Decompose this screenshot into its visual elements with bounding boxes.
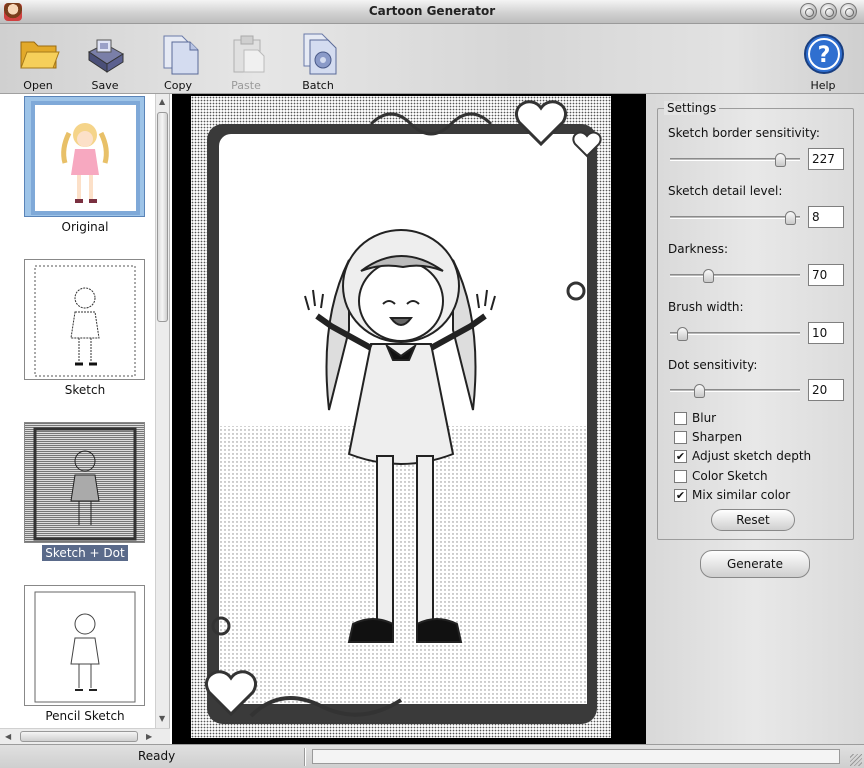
help-icon: ?: [804, 34, 844, 74]
generate-button[interactable]: Generate: [700, 550, 810, 578]
preview-image: [191, 96, 611, 738]
status-divider: [304, 748, 306, 766]
slider-thumb[interactable]: [677, 327, 688, 341]
sketch-border-sensitivity-input[interactable]: 227: [808, 148, 844, 170]
darkness-label: Darkness:: [668, 242, 729, 256]
checkbox-box[interactable]: ✔: [674, 450, 687, 463]
color-sketch-label: Color Sketch: [692, 469, 768, 483]
floppy-disk-icon: [88, 39, 124, 73]
toolbar: Open Save Copy Paste Batch ? Help: [0, 24, 864, 94]
checkbox-box[interactable]: [674, 431, 687, 444]
copy-icon: [163, 35, 199, 75]
status-text: Ready: [138, 749, 176, 763]
batch-label: Batch: [302, 79, 334, 92]
thumbnail-vertical-scrollbar[interactable]: ▲ ▼: [155, 94, 169, 728]
maximize-button[interactable]: [820, 3, 837, 20]
settings-group: Settings Sketch border sensitivity: 227 …: [657, 101, 854, 540]
sketch-border-sensitivity-slider[interactable]: [670, 153, 800, 167]
brush-width-slider[interactable]: [670, 327, 800, 341]
thumbnail-horizontal-scrollbar[interactable]: ◀ ▶: [0, 728, 170, 744]
blur-label: Blur: [692, 411, 717, 425]
window-title: Cartoon Generator: [368, 4, 496, 18]
sketch-detail-level-slider[interactable]: [670, 211, 800, 225]
thumbnail-sketch-image: [34, 265, 136, 377]
sharpen-label: Sharpen: [692, 430, 743, 444]
dot-sensitivity-slider[interactable]: [670, 384, 800, 398]
thumbnail-sketch[interactable]: [24, 259, 145, 380]
slider-thumb[interactable]: [775, 153, 786, 167]
open-label: Open: [23, 79, 53, 92]
batch-button[interactable]: Batch: [288, 28, 348, 92]
slider-thumb[interactable]: [694, 384, 705, 398]
help-button[interactable]: ? Help: [793, 28, 853, 92]
darkness-input[interactable]: 70: [808, 264, 844, 286]
thumbnail-label-sketch: Sketch: [64, 383, 106, 397]
scroll-down-arrow-icon[interactable]: ▼: [159, 714, 165, 723]
save-label: Save: [91, 79, 119, 92]
thumbnail-original[interactable]: [24, 96, 145, 217]
minimize-button[interactable]: [800, 3, 817, 20]
thumbnail-pencil-sketch[interactable]: [24, 585, 145, 706]
scroll-left-arrow-icon[interactable]: ◀: [5, 732, 11, 741]
image-canvas: [172, 94, 646, 744]
brush-width-input[interactable]: 10: [808, 322, 844, 344]
svg-text:?: ?: [818, 43, 831, 68]
preview-image-art: [191, 96, 611, 738]
close-button[interactable]: [840, 3, 857, 20]
adjust-sketch-depth-label: Adjust sketch depth: [692, 449, 812, 463]
brush-width-label: Brush width:: [668, 300, 744, 314]
progress-bar: [312, 749, 840, 764]
resize-grip-icon[interactable]: [850, 754, 862, 766]
mix-similar-color-label: Mix similar color: [692, 488, 791, 502]
scroll-right-arrow-icon[interactable]: ▶: [146, 732, 152, 741]
thumbnail-sketch-dot[interactable]: [24, 422, 145, 543]
settings-group-title: Settings: [664, 101, 720, 115]
slider-thumb[interactable]: [703, 269, 714, 283]
sketch-detail-level-label: Sketch detail level:: [668, 184, 783, 198]
horizontal-scroll-thumb[interactable]: [20, 731, 138, 742]
scroll-up-arrow-icon[interactable]: ▲: [159, 97, 165, 106]
dot-sensitivity-label: Dot sensitivity:: [668, 358, 758, 372]
sketch-detail-level-input[interactable]: 8: [808, 206, 844, 228]
clipboard-icon: [233, 35, 265, 73]
thumbnail-pencil-sketch-image: [34, 591, 136, 703]
status-bar: Ready: [0, 744, 864, 768]
thumbnail-label-original: Original: [61, 220, 109, 234]
checkbox-box[interactable]: [674, 470, 687, 483]
checkbox-box[interactable]: [674, 412, 687, 425]
help-label: Help: [810, 79, 836, 92]
sketch-border-sensitivity-label: Sketch border sensitivity:: [668, 126, 820, 140]
folder-icon: [20, 41, 60, 69]
copy-button[interactable]: Copy: [148, 28, 208, 92]
settings-panel: Settings Sketch border sensitivity: 227 …: [646, 94, 864, 744]
darkness-slider[interactable]: [670, 269, 800, 283]
save-button[interactable]: Save: [75, 28, 135, 92]
thumbnail-label-sketch-dot: Sketch + Dot: [0, 545, 170, 561]
paste-label: Paste: [231, 79, 261, 92]
dot-sensitivity-input[interactable]: 20: [808, 379, 844, 401]
title-bar: Cartoon Generator: [0, 0, 864, 24]
slider-thumb[interactable]: [785, 211, 796, 225]
vertical-scroll-thumb[interactable]: [157, 112, 168, 322]
thumbnail-original-image: [31, 101, 140, 215]
gear-document-icon: [303, 33, 337, 75]
copy-label: Copy: [164, 79, 192, 92]
thumbnail-panel: Original Sketch Sketch + Dot Pencil Sket…: [0, 94, 170, 744]
thumbnail-label-pencil-sketch: Pencil Sketch: [45, 709, 125, 723]
thumbnail-sketch-dot-image: [33, 427, 137, 541]
checkbox-box[interactable]: ✔: [674, 489, 687, 502]
paste-button[interactable]: Paste: [216, 28, 276, 92]
reset-button[interactable]: Reset: [711, 509, 795, 531]
open-button[interactable]: Open: [8, 28, 68, 92]
